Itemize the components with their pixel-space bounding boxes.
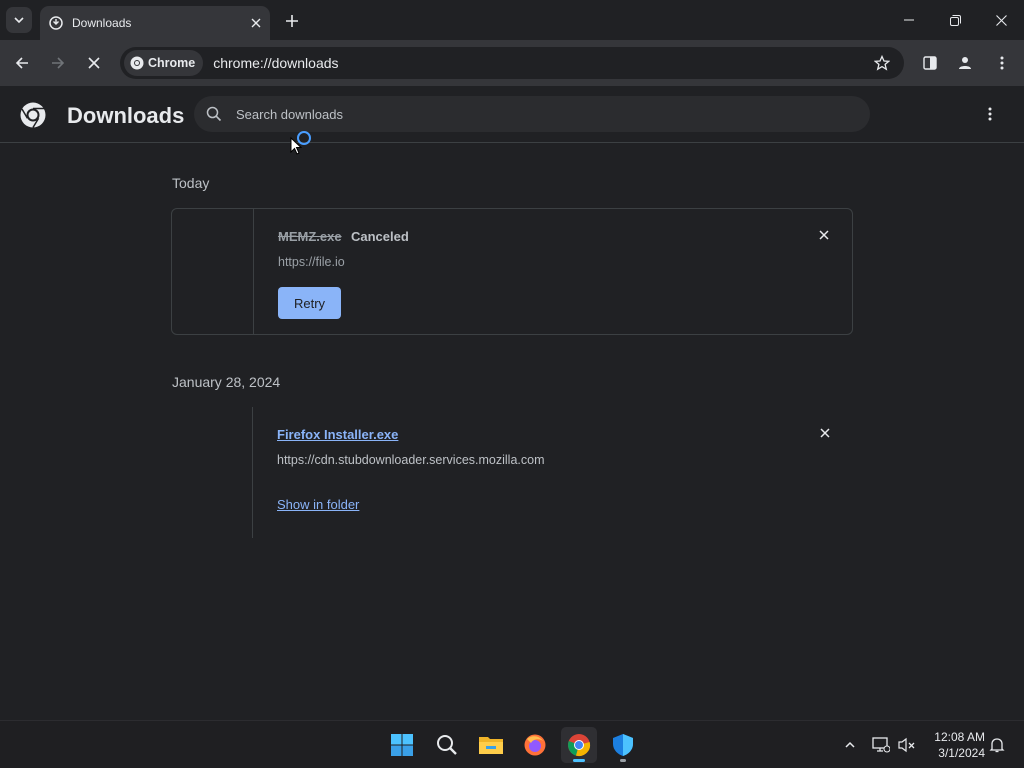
downloads-menu-button[interactable] [978, 102, 1002, 126]
download-source-url: https://cdn.stubdownloader.services.mozi… [277, 453, 545, 467]
browser-window: Downloads Chrome chrome://downloads Down… [0, 0, 1024, 768]
remove-download-button[interactable] [815, 423, 835, 443]
tab-close-button[interactable] [246, 13, 266, 33]
bell-icon [989, 738, 1005, 753]
start-button[interactable] [384, 727, 420, 763]
downloads-header: Downloads [0, 86, 1024, 143]
download-item: Firefox Installer.exe https://cdn.stubdo… [171, 407, 853, 538]
search-icon [206, 106, 222, 122]
download-status: Canceled [351, 229, 409, 244]
windows-start-icon [391, 734, 413, 756]
profile-icon [959, 57, 971, 69]
clock-time: 12:08 AM [934, 730, 985, 744]
close-window-button[interactable] [987, 6, 1015, 34]
arrow-left-icon [15, 57, 28, 69]
site-chip-label: Chrome [148, 56, 196, 70]
side-panel-icon [923, 56, 937, 70]
address-bar[interactable]: Chrome chrome://downloads [120, 47, 904, 79]
downloads-history-icon [49, 16, 63, 30]
defender-icon [613, 734, 633, 756]
new-tab-button[interactable] [280, 9, 304, 33]
taskbar-search-button[interactable] [429, 727, 465, 763]
tab-search-button[interactable] [6, 7, 32, 33]
close-icon [995, 14, 1007, 26]
download-filename: MEMZ.exe [278, 229, 342, 244]
stop-loading-button[interactable] [80, 49, 108, 77]
taskbar: 12:08 AM 3/1/2024 [0, 720, 1024, 768]
show-in-folder-link[interactable]: Show in folder [277, 497, 359, 512]
download-source-url: https://file.io [278, 255, 345, 269]
toolbar: Chrome chrome://downloads [0, 40, 1024, 86]
restore-button[interactable] [941, 6, 969, 34]
arrow-right-icon [52, 57, 65, 69]
star-icon [874, 55, 890, 71]
restore-icon [949, 14, 961, 26]
date-header-jan28: January 28, 2024 [172, 374, 281, 390]
network-status-button[interactable] [869, 733, 893, 757]
firefox-icon [524, 734, 546, 756]
file-explorer-button[interactable] [473, 727, 509, 763]
tab-title: Downloads [72, 16, 132, 30]
chrome-taskbar-button[interactable] [561, 727, 597, 763]
retry-button[interactable]: Retry [278, 287, 341, 319]
forward-button[interactable] [44, 49, 72, 77]
tab-strip: Downloads [0, 0, 1024, 40]
close-icon [251, 18, 261, 28]
downloads-list: Today MEMZ.exe Canceled https://file.io … [0, 143, 1024, 720]
close-icon [88, 57, 100, 69]
remove-download-button[interactable] [814, 225, 834, 245]
minimize-icon [904, 19, 914, 21]
file-icon-column [171, 407, 253, 538]
minimize-button[interactable] [895, 6, 923, 34]
plus-icon [286, 15, 298, 27]
system-clock[interactable]: 12:08 AM 3/1/2024 [925, 729, 985, 761]
chevron-down-icon [14, 17, 24, 24]
search-box[interactable] [194, 96, 870, 132]
page-title: Downloads [67, 103, 185, 128]
back-button[interactable] [8, 49, 36, 77]
notifications-button[interactable] [985, 733, 1009, 757]
chevron-up-icon [845, 741, 855, 748]
chrome-logo-icon [130, 56, 144, 70]
file-explorer-icon [479, 737, 503, 754]
firefox-button[interactable] [517, 727, 553, 763]
close-icon [819, 230, 829, 240]
more-vert-icon [1000, 56, 1004, 70]
chrome-logo-icon [20, 102, 46, 128]
site-info-chip[interactable]: Chrome [124, 50, 204, 76]
search-icon [437, 735, 457, 755]
network-disconnected-icon [872, 737, 890, 753]
show-hidden-icons-button[interactable] [838, 733, 862, 757]
tab-downloads[interactable]: Downloads [40, 6, 270, 40]
search-input[interactable] [236, 106, 836, 122]
clock-date: 3/1/2024 [938, 746, 985, 760]
more-vert-icon [988, 107, 992, 121]
download-item: MEMZ.exe Canceled https://file.io Retry [171, 208, 853, 335]
close-icon [820, 428, 830, 438]
bookmark-button[interactable] [868, 49, 896, 77]
file-icon-column [172, 209, 254, 334]
profile-button[interactable] [951, 49, 979, 77]
date-header-today: Today [172, 175, 210, 191]
active-app-indicator [573, 759, 585, 762]
mouse-pointer-icon [290, 137, 302, 155]
download-filename-link[interactable]: Firefox Installer.exe [277, 427, 398, 442]
side-panel-button[interactable] [916, 49, 944, 77]
chrome-icon [568, 734, 591, 757]
volume-muted-icon [898, 737, 915, 753]
running-app-indicator [620, 759, 626, 762]
defender-button[interactable] [605, 727, 641, 763]
url-text[interactable]: chrome://downloads [213, 55, 868, 71]
chrome-menu-button[interactable] [988, 49, 1016, 77]
volume-button[interactable] [895, 733, 919, 757]
